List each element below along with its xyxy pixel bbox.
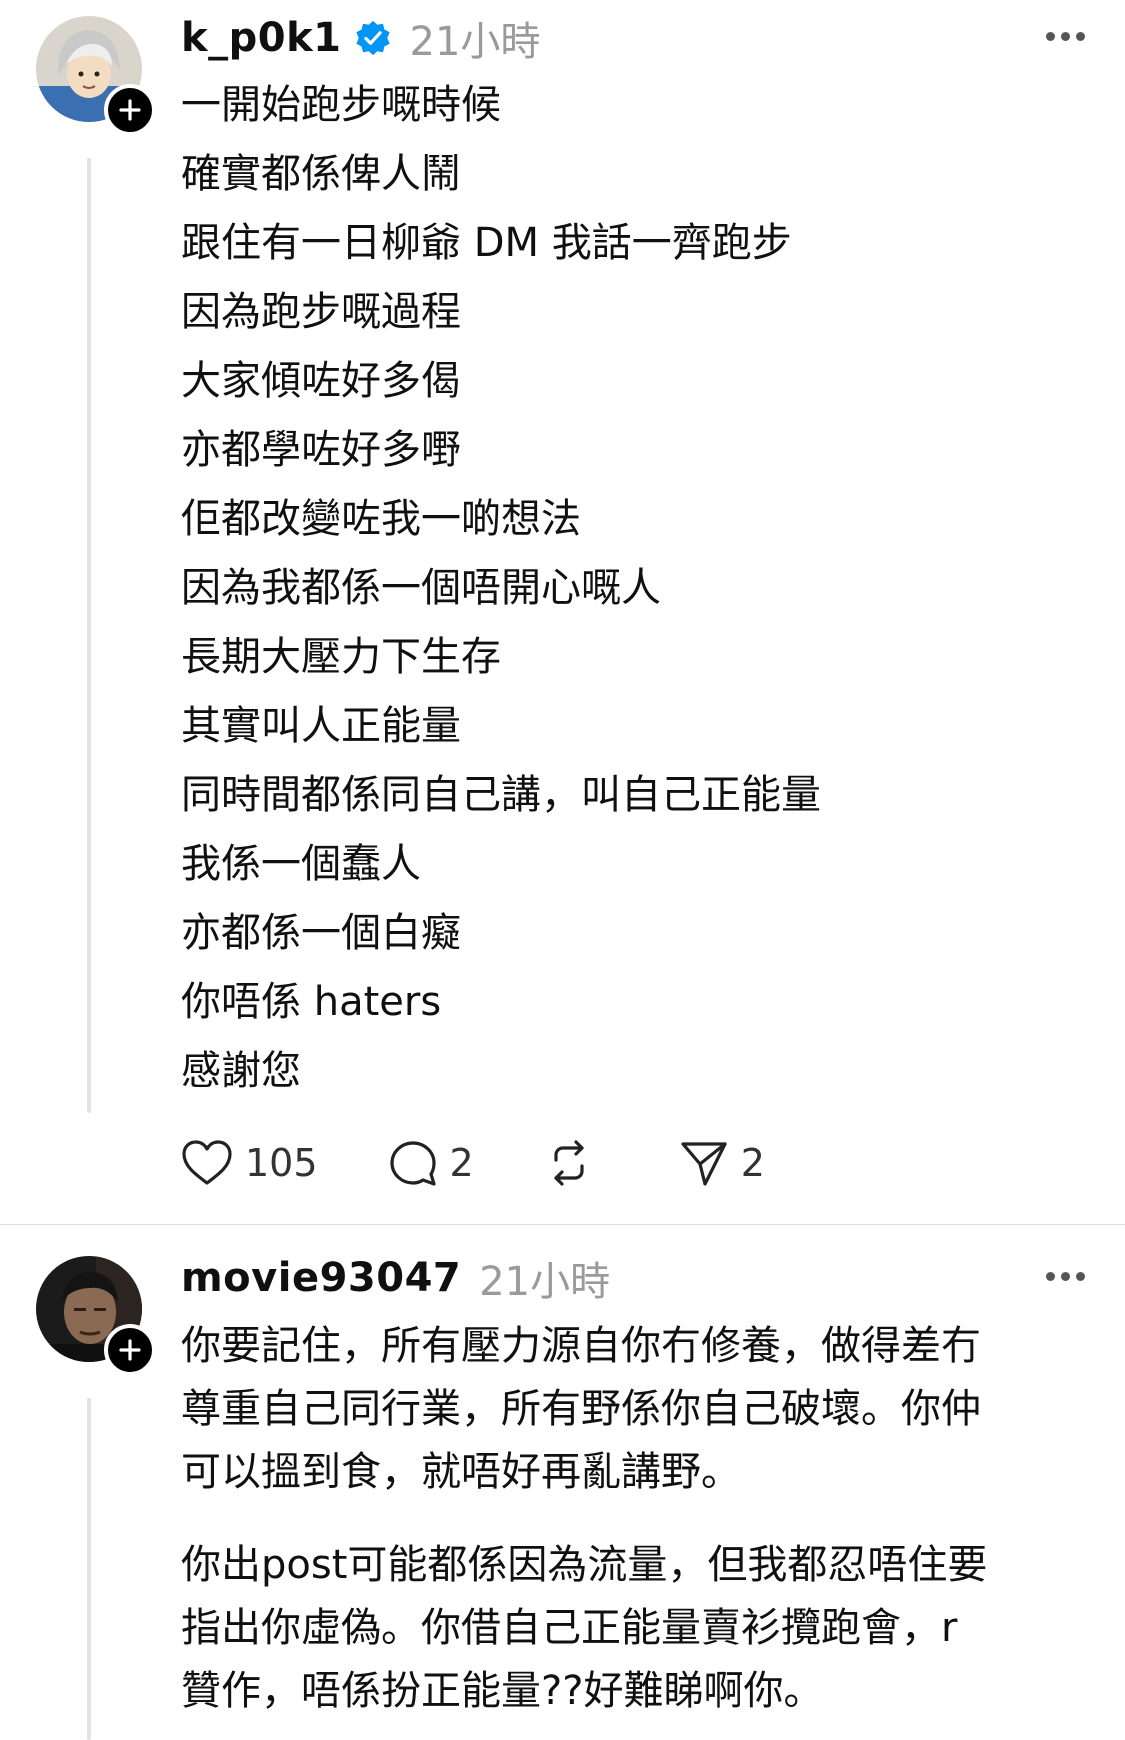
post-text-line: 因為我都係一個唔開心嘅人: [181, 565, 661, 611]
more-icon: [1046, 31, 1055, 41]
comment-button[interactable]: 2: [388, 1138, 474, 1188]
post-text-line: 指出你虛偽。你借自己正能量賣衫攬跑會，r: [181, 1605, 958, 1651]
post-text-line: 可以搵到食，就唔好再亂講野。: [181, 1449, 741, 1495]
post-text-line: 感謝您: [181, 1048, 301, 1094]
post-actions: 105 2 2: [181, 1133, 765, 1193]
more-button[interactable]: [1025, 1256, 1085, 1296]
post-text-line: 你出post可能都係因為流量，但我都忍唔住要: [181, 1542, 988, 1588]
follow-button[interactable]: [104, 1324, 156, 1376]
post-text-line: 你要記住，所有壓力源自你冇修養，做得差冇: [181, 1323, 981, 1369]
reply-count: 2: [449, 1141, 474, 1185]
share-button[interactable]: 2: [679, 1138, 765, 1188]
post-text-line: 尊重自己同行業，所有野係你自己破壞。你仲: [181, 1386, 981, 1432]
verified-badge-icon: [355, 20, 390, 56]
username[interactable]: movie93047: [181, 1255, 461, 1301]
post-text-line: 同時間都係同自己講，叫自己正能量: [181, 772, 821, 818]
post-text-line: 跟住有一日柳爺 DM 我話一齊跑步: [181, 220, 792, 266]
comment-icon: [389, 1141, 436, 1186]
more-button[interactable]: [1025, 16, 1085, 56]
thread-connector-line: [87, 1398, 91, 1740]
timestamp: 21小時: [409, 19, 541, 65]
post-text-line: 佢都改變咗我一啲想法: [181, 496, 581, 542]
post-text-line: 贊作，唔係扮正能量??好難睇啊你。: [181, 1668, 824, 1714]
post-text-line: 一開始跑步嘅時候: [181, 82, 501, 128]
post-body: 一開始跑步嘅時候 確實都係俾人鬧 跟住有一日柳爺 DM 我話一齊跑步 因為跑步嘅…: [181, 71, 1095, 1106]
repost-icon: [554, 1140, 584, 1186]
share-count: 2: [740, 1141, 765, 1185]
post-header: k_p0k1 21小時: [181, 8, 1085, 68]
repost-button[interactable]: [544, 1138, 594, 1188]
thread-connector-line: [87, 158, 91, 1113]
like-count: 105: [245, 1141, 318, 1185]
avatar-wrap[interactable]: [36, 1256, 156, 1376]
post-paragraph: 你出post可能都係因為流量，但我都忍唔住要 指出你虛偽。你借自己正能量賣衫攬跑…: [181, 1534, 1095, 1723]
follow-button[interactable]: [104, 84, 156, 136]
post-text-line: 其實叫人正能量: [181, 703, 461, 749]
post-text-line: 大家傾咗好多偈: [181, 358, 461, 404]
post-text-line: 確實都係俾人鬧: [181, 151, 461, 197]
more-icon: [1046, 1271, 1055, 1281]
post-text-line: 我係一個蠢人: [181, 841, 421, 887]
follow-plus-icon: [119, 1339, 141, 1361]
heart-icon: [182, 1140, 232, 1185]
post-text-line: 亦都學咗好多嘢: [181, 427, 461, 473]
post-header: movie93047 21小時: [181, 1248, 1085, 1308]
post-text-line: 長期大壓力下生存: [181, 634, 501, 680]
post-divider: [0, 1224, 1125, 1225]
post-text-line: 因為跑步嘅過程: [181, 289, 461, 335]
share-icon: [681, 1142, 727, 1186]
post-body: 你要記住，所有壓力源自你冇修養，做得差冇 尊重自己同行業，所有野係你自己破壞。你…: [181, 1315, 1095, 1723]
avatar-wrap[interactable]: [36, 16, 156, 136]
username[interactable]: k_p0k1: [181, 15, 342, 61]
timestamp: 21小時: [479, 1259, 611, 1305]
post-paragraph: 你要記住，所有壓力源自你冇修養，做得差冇 尊重自己同行業，所有野係你自己破壞。你…: [181, 1315, 1095, 1504]
like-button[interactable]: 105: [181, 1139, 318, 1187]
post-text-line: 亦都係一個白癡: [181, 910, 461, 956]
post-text-line: 你唔係 haters: [181, 979, 442, 1025]
follow-plus-icon: [119, 99, 141, 121]
